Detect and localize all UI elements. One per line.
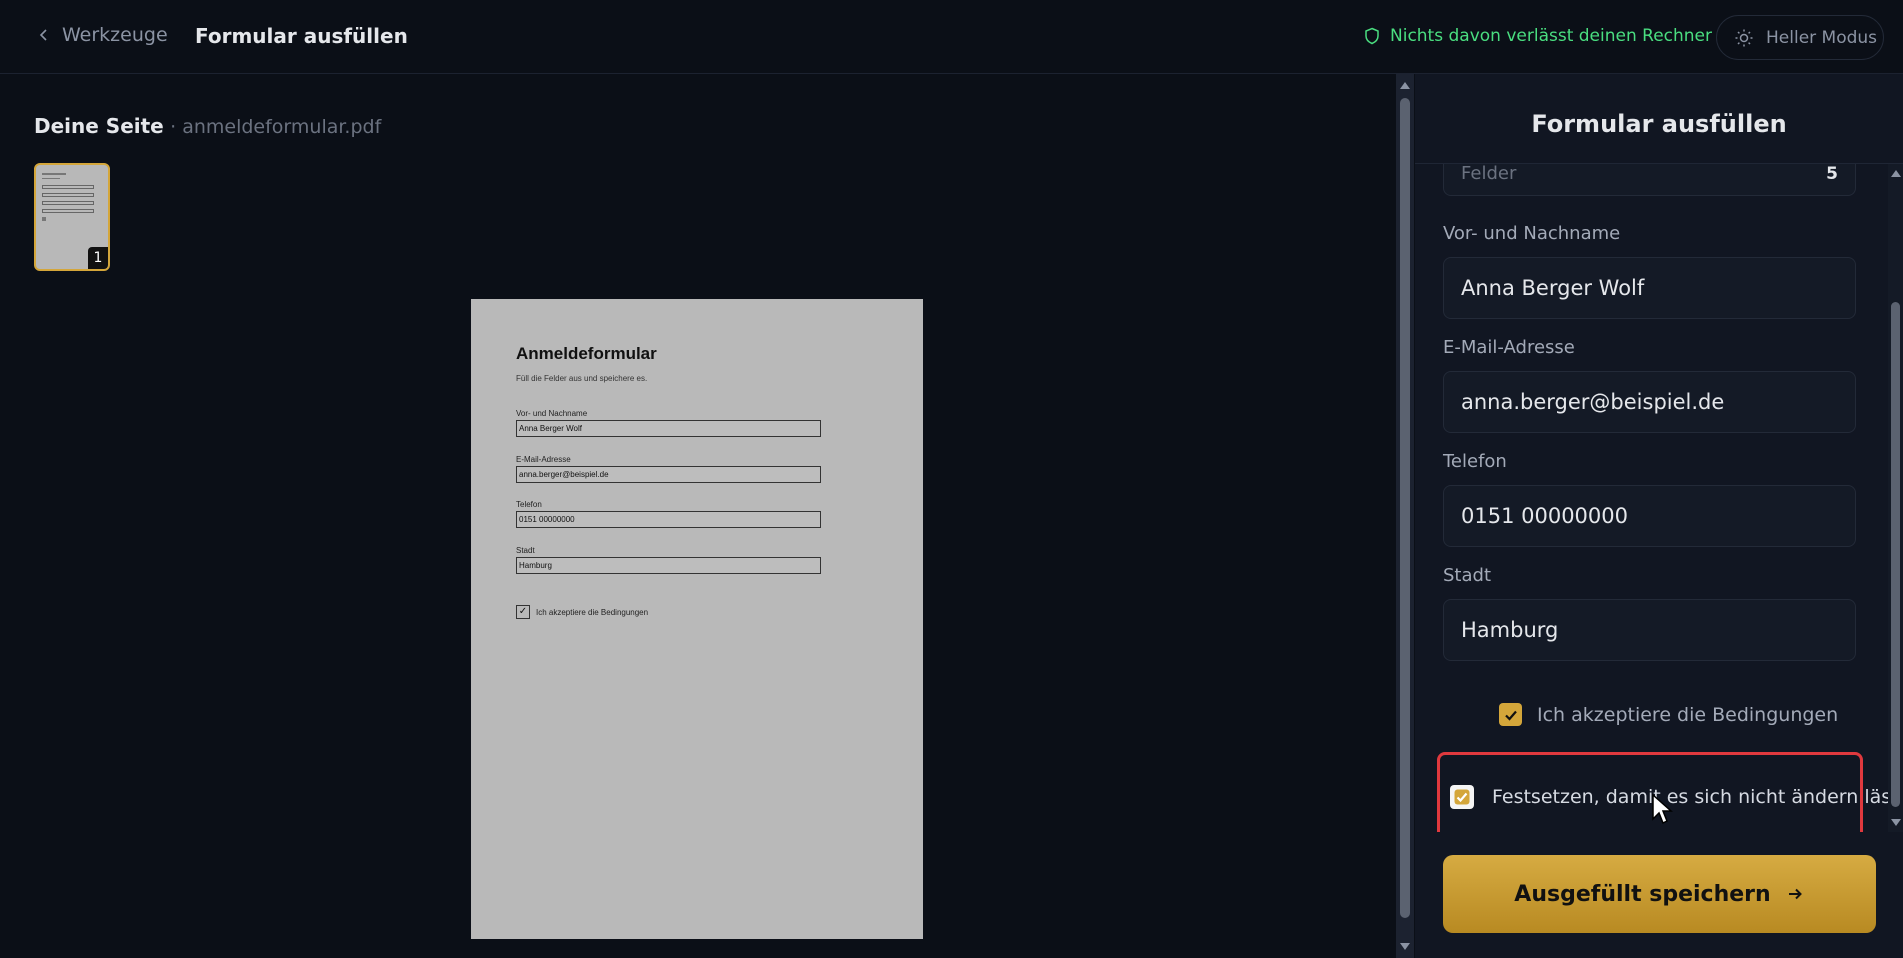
document-field-phone: 0151 00000000 — [516, 511, 821, 528]
phone-field-label: Telefon — [1443, 451, 1507, 472]
form-fill-panel: Formular ausfüllen Felder 5 Vor- und Nac… — [1415, 74, 1903, 958]
shield-icon — [1365, 27, 1379, 45]
name-input[interactable] — [1443, 257, 1856, 319]
preview-heading-title: Deine Seite — [34, 114, 164, 138]
document-field-label: E-Mail-Adresse — [516, 455, 571, 464]
document-checkbox-label: Ich akzeptiere die Bedingungen — [536, 608, 649, 617]
lock-fields-row[interactable]: Festsetzen, damit es sich nicht ändern l… — [1437, 752, 1903, 832]
top-bar: Werkzeuge Formular ausfüllen Nichts davo… — [0, 0, 1903, 74]
thumb-checkbox — [42, 217, 46, 221]
privacy-note-text: Nichts davon verlässt deinen Rechner — [1390, 26, 1713, 46]
checkmark-icon — [1454, 789, 1470, 805]
document-field-label: Stadt — [516, 546, 535, 555]
thumb-field — [42, 193, 94, 197]
sun-icon — [1735, 29, 1753, 46]
save-filled-label: Ausgefüllt speichern — [1514, 881, 1771, 907]
field-count-value: 5 — [1826, 164, 1838, 184]
field-count-label: Felder — [1461, 164, 1517, 184]
thumb-field — [42, 201, 94, 205]
phone-input[interactable] — [1443, 485, 1856, 547]
email-input[interactable] — [1443, 371, 1856, 433]
page-title: Formular ausfüllen — [195, 24, 408, 48]
page-thumbnail[interactable]: 1 — [34, 163, 110, 271]
document-subtitle: Füll die Felder aus und speichere es. — [516, 374, 648, 383]
document-checkbox: ✓ — [516, 605, 530, 619]
back-label: Werkzeuge — [62, 24, 168, 46]
lock-fields-inner: Festsetzen, damit es sich nicht ändern l… — [1450, 785, 1903, 809]
thumb-field — [42, 209, 94, 213]
scroll-up-arrow-icon[interactable] — [1891, 170, 1901, 177]
light-mode-toggle[interactable]: Heller Modus — [1716, 15, 1884, 60]
document-field-email: anna.berger@beispiel.de — [516, 466, 821, 483]
panel-scroll-area: Felder 5 Vor- und Nachname E-Mail-Adress… — [1415, 164, 1903, 832]
thumb-line — [42, 173, 66, 175]
preview-filename: · anmeldeformular.pdf — [170, 116, 382, 138]
light-mode-label: Heller Modus — [1766, 27, 1878, 48]
panel-title: Formular ausfüllen — [1415, 74, 1903, 164]
thumbnail-page-number: 1 — [88, 247, 108, 269]
panel-scrollbar-thumb[interactable] — [1891, 302, 1900, 807]
save-filled-button[interactable]: Ausgefüllt speichern — [1443, 855, 1876, 933]
preview-heading: Deine Seite · anmeldeformular.pdf — [34, 114, 381, 138]
accept-terms-row[interactable]: Ich akzeptiere die Bedingungen — [1499, 703, 1838, 726]
city-input[interactable] — [1443, 599, 1856, 661]
mouse-cursor-icon — [1652, 793, 1673, 825]
thumb-field — [42, 185, 94, 189]
back-to-tools-link[interactable]: Werkzeuge — [36, 24, 168, 46]
pdf-page-preview: Anmeldeformular Füll die Felder aus und … — [471, 299, 923, 939]
document-title: Anmeldeformular — [516, 344, 657, 363]
panel-scrollbar[interactable] — [1888, 164, 1903, 832]
arrow-right-icon — [1788, 888, 1802, 900]
chevron-left-icon — [39, 29, 47, 41]
scroll-down-arrow-icon[interactable] — [1891, 819, 1901, 826]
city-field-label: Stadt — [1443, 565, 1491, 586]
accept-terms-checkbox[interactable] — [1499, 703, 1522, 726]
checkmark-icon — [1504, 710, 1517, 721]
thumb-line — [42, 178, 60, 179]
scroll-up-arrow-icon[interactable] — [1400, 82, 1410, 89]
lock-fields-label: Festsetzen, damit es sich nicht ändern l… — [1492, 786, 1903, 808]
document-field-city: Hamburg — [516, 557, 821, 574]
privacy-note: Nichts davon verlässt deinen Rechner — [1364, 26, 1712, 46]
accept-terms-label: Ich akzeptiere die Bedingungen — [1537, 703, 1839, 726]
document-field-label: Telefon — [516, 500, 542, 509]
lock-fields-checkbox[interactable] — [1450, 785, 1474, 809]
document-field-label: Vor- und Nachname — [516, 409, 588, 418]
email-field-label: E-Mail-Adresse — [1443, 337, 1575, 358]
scrollbar-thumb[interactable] — [1400, 98, 1410, 918]
document-field-name: Anna Berger Wolf — [516, 420, 821, 437]
name-field-label: Vor- und Nachname — [1443, 223, 1621, 244]
preview-scrollbar[interactable] — [1396, 74, 1414, 958]
scroll-down-arrow-icon[interactable] — [1400, 943, 1410, 950]
field-count-row: Felder 5 — [1443, 164, 1856, 196]
